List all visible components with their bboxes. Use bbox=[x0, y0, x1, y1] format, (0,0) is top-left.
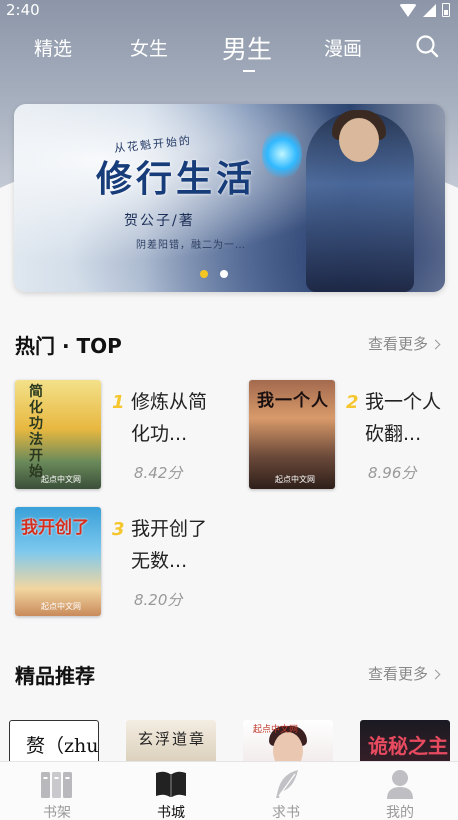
chevron-right-icon bbox=[430, 669, 441, 680]
recommend-cover-title: 诡秘之主 bbox=[368, 734, 448, 758]
nav-bookshelf[interactable]: 书架 bbox=[0, 762, 114, 820]
recommend-more-link[interactable]: 查看更多 bbox=[368, 663, 441, 684]
status-time: 2:40 bbox=[6, 1, 40, 19]
bottom-nav: 书架 书城 求书 我的 bbox=[0, 761, 458, 820]
nav-bookstore[interactable]: 书城 bbox=[114, 762, 228, 820]
tab-male[interactable]: 男生 bbox=[222, 30, 272, 66]
book-cover-title: 简化功法开始 bbox=[29, 384, 43, 480]
recommend-cover-title: 赘（zhui） bbox=[26, 735, 99, 757]
hot-more-link[interactable]: 查看更多 bbox=[368, 333, 441, 354]
book-score: 8.96分 bbox=[368, 464, 417, 482]
banner-tagline: 阴差阳错，融二为一… bbox=[136, 240, 246, 251]
nav-label: 书城 bbox=[157, 805, 185, 820]
recommend-section-title: 精品推荐 bbox=[15, 664, 95, 688]
nav-label: 求书 bbox=[272, 805, 300, 820]
banner-title: 修行生活 bbox=[96, 158, 257, 200]
status-bar: 2:40 bbox=[0, 0, 458, 22]
book-cover: 我开创了 起点中文网 bbox=[15, 507, 101, 616]
battery-icon bbox=[442, 3, 450, 17]
banner-dot-active[interactable] bbox=[200, 270, 208, 278]
recommend-cover-title: 起点中文网 bbox=[253, 725, 299, 735]
book-score: 8.20分 bbox=[134, 591, 183, 609]
recommend-more-label: 查看更多 bbox=[368, 665, 429, 683]
wifi-icon bbox=[399, 3, 417, 17]
hot-book-item[interactable]: 我开创了 起点中文网 3 我开创了无数... 8.20分 bbox=[15, 507, 215, 617]
book-title: 我开创了无数... bbox=[131, 518, 208, 572]
nav-label: 我的 bbox=[386, 805, 414, 820]
nav-label: 书架 bbox=[43, 805, 71, 820]
banner-magic-glow bbox=[262, 128, 302, 180]
book-cover-publisher: 起点中文网 bbox=[275, 475, 315, 484]
banner-author: 贺公子/著 bbox=[124, 213, 195, 229]
chevron-right-icon bbox=[430, 339, 441, 350]
book-score: 8.42分 bbox=[134, 464, 183, 482]
book-cover-publisher: 起点中文网 bbox=[41, 602, 81, 611]
book-cover: 简化功法开始 起点中文网 bbox=[15, 380, 101, 489]
bookshelf-icon bbox=[41, 772, 72, 798]
signal-icon bbox=[423, 3, 436, 17]
tab-comics[interactable]: 漫画 bbox=[324, 34, 362, 61]
book-cover-title: 我一个人 bbox=[257, 391, 329, 411]
promo-banner[interactable]: 从花魁开始的 修行生活 贺公子/著 阴差阳错，融二为一… bbox=[14, 104, 445, 292]
book-rank: 2 bbox=[346, 392, 359, 413]
hot-book-item[interactable]: 简化功法开始 起点中文网 1 修炼从简化功... 8.42分 bbox=[15, 380, 215, 490]
active-tab-indicator bbox=[243, 70, 255, 72]
banner-dot[interactable] bbox=[220, 270, 228, 278]
user-icon bbox=[387, 770, 413, 799]
banner-pagination bbox=[200, 270, 228, 278]
book-open-icon bbox=[156, 771, 186, 797]
banner-character-face bbox=[339, 118, 379, 162]
nav-profile[interactable]: 我的 bbox=[343, 762, 457, 820]
hot-more-label: 查看更多 bbox=[368, 335, 429, 353]
feather-icon bbox=[276, 770, 298, 798]
book-rank: 3 bbox=[112, 519, 125, 540]
tab-female[interactable]: 女生 bbox=[130, 34, 168, 61]
book-title: 我一个人砍翻... bbox=[365, 391, 442, 445]
book-cover-title: 我开创了 bbox=[21, 518, 89, 538]
tab-featured[interactable]: 精选 bbox=[34, 34, 72, 61]
search-icon[interactable] bbox=[415, 34, 439, 58]
book-title: 修炼从简化功... bbox=[131, 391, 208, 445]
status-icons bbox=[399, 3, 450, 17]
nav-request[interactable]: 求书 bbox=[229, 762, 343, 820]
book-cover: 我一个人 起点中文网 bbox=[249, 380, 335, 489]
book-cover-publisher: 起点中文网 bbox=[41, 475, 81, 484]
top-tab-bar: 精选 女生 男生 漫画 bbox=[0, 30, 458, 72]
book-rank: 1 bbox=[112, 392, 125, 413]
recommend-cover-title: 玄浮道章 bbox=[138, 730, 207, 748]
hot-book-item[interactable]: 我一个人 起点中文网 2 我一个人砍翻... 8.96分 bbox=[249, 380, 449, 490]
hot-section-title: 热门 · TOP bbox=[15, 334, 122, 358]
